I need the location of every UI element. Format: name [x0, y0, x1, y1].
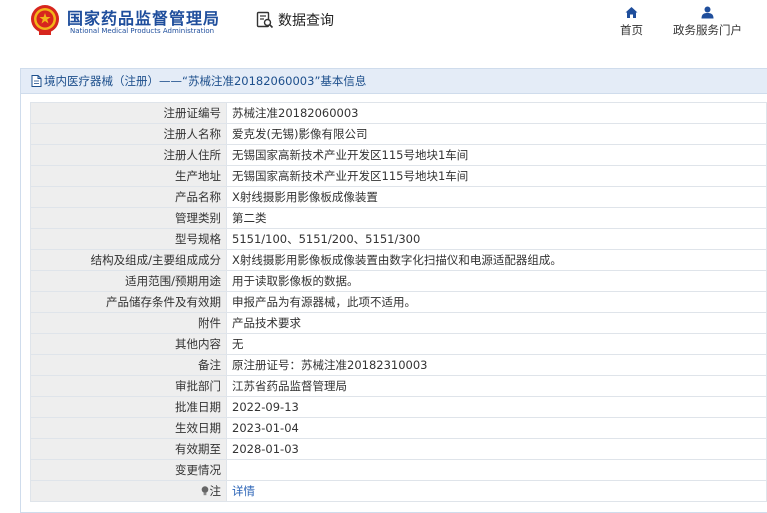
row-label: 批准日期 — [30, 396, 227, 418]
details-link[interactable]: 详情 — [226, 480, 767, 502]
table-row: 产品储存条件及有效期 申报产品为有源器械，此项不适用。 — [30, 291, 767, 313]
row-value: 申报产品为有源器械，此项不适用。 — [226, 291, 767, 313]
detail-table: 注册证编号 苏械注准20182060003 注册人名称 爱克发(无锡)影像有限公司 … — [30, 102, 767, 502]
table-row: 审批部门 江苏省药品监督管理局 — [30, 375, 767, 397]
row-label: 管理类别 — [30, 207, 227, 229]
table-row: 生产地址 无锡国家高新技术产业开发区115号地块1车间 — [30, 165, 767, 187]
row-value: 无 — [226, 333, 767, 355]
row-value: 2028-01-03 — [226, 438, 767, 460]
note-label-cell: 注 — [30, 480, 227, 502]
row-value: 苏械注准20182060003 — [226, 102, 767, 124]
row-label: 产品储存条件及有效期 — [30, 291, 227, 313]
row-value: 原注册证号：苏械注准20182310003 — [226, 354, 767, 376]
row-value: 产品技术要求 — [226, 312, 767, 334]
lightbulb-icon — [201, 486, 208, 496]
table-row: 注册证编号 苏械注准20182060003 — [30, 102, 767, 124]
table-row: 变更情况 — [30, 459, 767, 481]
table-row: 生效日期 2023-01-04 — [30, 417, 767, 439]
org-name-cn[interactable]: 国家药品监督管理局 — [67, 5, 220, 29]
row-label: 附件 — [30, 312, 227, 334]
nav-portal-label: 政务服务门户 — [673, 23, 742, 37]
row-value: X射线摄影用影像板成像装置由数字化扫描仪和电源适配器组成。 — [226, 249, 767, 271]
row-value: X射线摄影用影像板成像装置 — [226, 186, 767, 208]
site-header: 国家药品监督管理局 National Medical Products Admi… — [0, 0, 767, 52]
table-row: 结构及组成/主要组成成分 X射线摄影用影像板成像装置由数字化扫描仪和电源适配器组成… — [30, 249, 767, 271]
row-label: 型号规格 — [30, 228, 227, 250]
table-row: 管理类别 第二类 — [30, 207, 767, 229]
row-value: 无锡国家高新技术产业开发区115号地块1车间 — [226, 165, 767, 187]
row-label: 结构及组成/主要组成成分 — [30, 249, 227, 271]
row-value — [226, 459, 767, 481]
row-value: 2023-01-04 — [226, 417, 767, 439]
row-label: 注册证编号 — [30, 102, 227, 124]
row-value: 5151/100、5151/200、5151/300 — [226, 228, 767, 250]
national-emblem-logo[interactable] — [30, 4, 60, 36]
data-query-link[interactable]: 数据查询 — [256, 10, 334, 30]
row-label: 其他内容 — [30, 333, 227, 355]
row-label: 注册人名称 — [30, 123, 227, 145]
table-row: 附件 产品技术要求 — [30, 312, 767, 334]
nav-gov-service-portal[interactable]: 政务服务门户 — [673, 6, 742, 38]
row-label: 备注 — [30, 354, 227, 376]
row-value: 第二类 — [226, 207, 767, 229]
data-query-label: 数据查询 — [278, 13, 334, 29]
nav-home[interactable]: 首页 — [620, 6, 643, 38]
row-label: 审批部门 — [30, 375, 227, 397]
row-value: 用于读取影像板的数据。 — [226, 270, 767, 292]
table-row-note: 注 详情 — [30, 480, 767, 502]
table-row: 适用范围/预期用途 用于读取影像板的数据。 — [30, 270, 767, 292]
row-label: 变更情况 — [30, 459, 227, 481]
table-row: 型号规格 5151/100、5151/200、5151/300 — [30, 228, 767, 250]
note-label: 注 — [209, 484, 222, 498]
table-row: 产品名称 X射线摄影用影像板成像装置 — [30, 186, 767, 208]
row-label: 适用范围/预期用途 — [30, 270, 227, 292]
row-value: 无锡国家高新技术产业开发区115号地块1车间 — [226, 144, 767, 166]
row-label: 产品名称 — [30, 186, 227, 208]
data-search-icon — [256, 11, 274, 29]
table-row: 注册人名称 爱克发(无锡)影像有限公司 — [30, 123, 767, 145]
home-icon — [625, 7, 638, 18]
row-label: 生效日期 — [30, 417, 227, 439]
detail-panel: 境内医疗器械（注册）——“苏械注准20182060003”基本信息 注册证编号苏… — [20, 68, 767, 513]
document-icon — [31, 75, 42, 87]
row-label: 生产地址 — [30, 165, 227, 187]
row-label: 注册人住所 — [30, 144, 227, 166]
table-row: 有效期至 2028-01-03 — [30, 438, 767, 460]
row-label: 有效期至 — [30, 438, 227, 460]
org-name-en: National Medical Products Administration — [70, 27, 215, 35]
table-row: 其他内容无 — [30, 333, 767, 355]
nav-home-label: 首页 — [620, 23, 643, 37]
row-value: 江苏省药品监督管理局 — [226, 375, 767, 397]
table-row: 注册人住所 无锡国家高新技术产业开发区115号地块1车间 — [30, 144, 767, 166]
panel-header: 境内医疗器械（注册）——“苏械注准20182060003”基本信息 — [21, 69, 767, 94]
user-icon — [701, 6, 714, 19]
table-row: 批准日期 2022-09-13 — [30, 396, 767, 418]
table-row: 备注 原注册证号：苏械注准20182310003 — [30, 354, 767, 376]
panel-title: 境内医疗器械（注册）——“苏械注准20182060003”基本信息 — [44, 74, 367, 88]
row-value: 爱克发(无锡)影像有限公司 — [226, 123, 767, 145]
row-value: 2022-09-13 — [226, 396, 767, 418]
